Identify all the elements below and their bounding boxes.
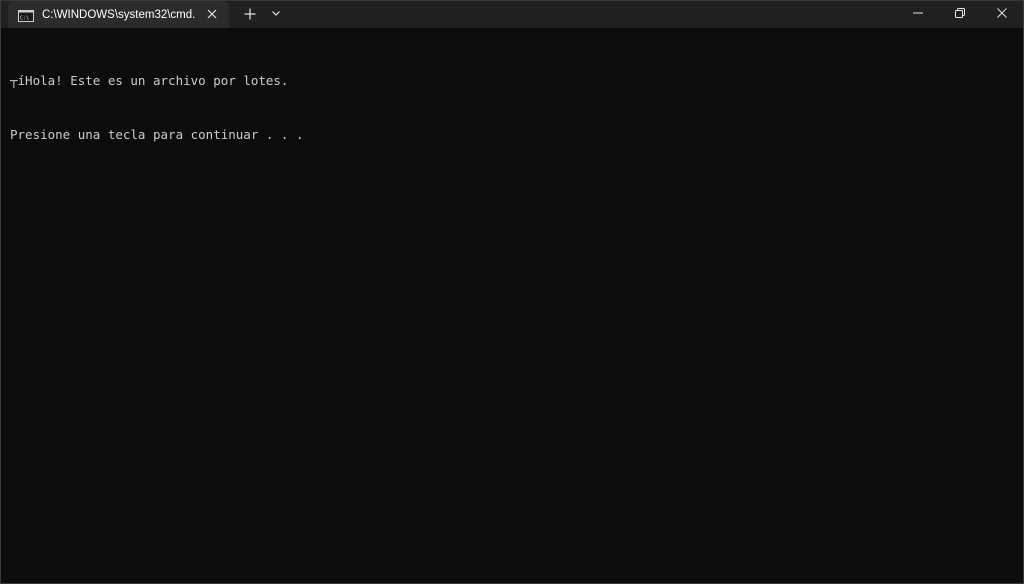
restore-button[interactable] <box>938 1 982 28</box>
console-output[interactable]: ┬íHola! Este es un archivo por lotes. Pr… <box>10 36 304 180</box>
plus-icon[interactable] <box>241 5 259 23</box>
close-icon <box>996 6 1008 24</box>
console-line: Presione una tecla para continuar . . . <box>10 127 304 142</box>
svg-text:C:\: C:\ <box>20 15 29 21</box>
console-line: ┬íHola! Este es un archivo por lotes. <box>10 73 289 88</box>
chevron-down-icon[interactable] <box>269 6 283 20</box>
restore-icon <box>954 6 966 24</box>
tab-title: C:\WINDOWS\system32\cmd. <box>42 8 196 21</box>
terminal-window: C:\ C:\WINDOWS\system32\cmd. ┬íHola! Est… <box>0 0 1024 584</box>
minimize-button[interactable] <box>896 1 940 28</box>
minimize-icon <box>912 6 924 24</box>
title-bar[interactable]: C:\ C:\WINDOWS\system32\cmd. <box>1 1 1023 28</box>
close-button[interactable] <box>980 1 1023 28</box>
close-icon[interactable] <box>205 7 219 21</box>
cmd-terminal-icon: C:\ <box>18 9 34 22</box>
tab-cmd[interactable]: C:\ C:\WINDOWS\system32\cmd. <box>8 1 229 28</box>
